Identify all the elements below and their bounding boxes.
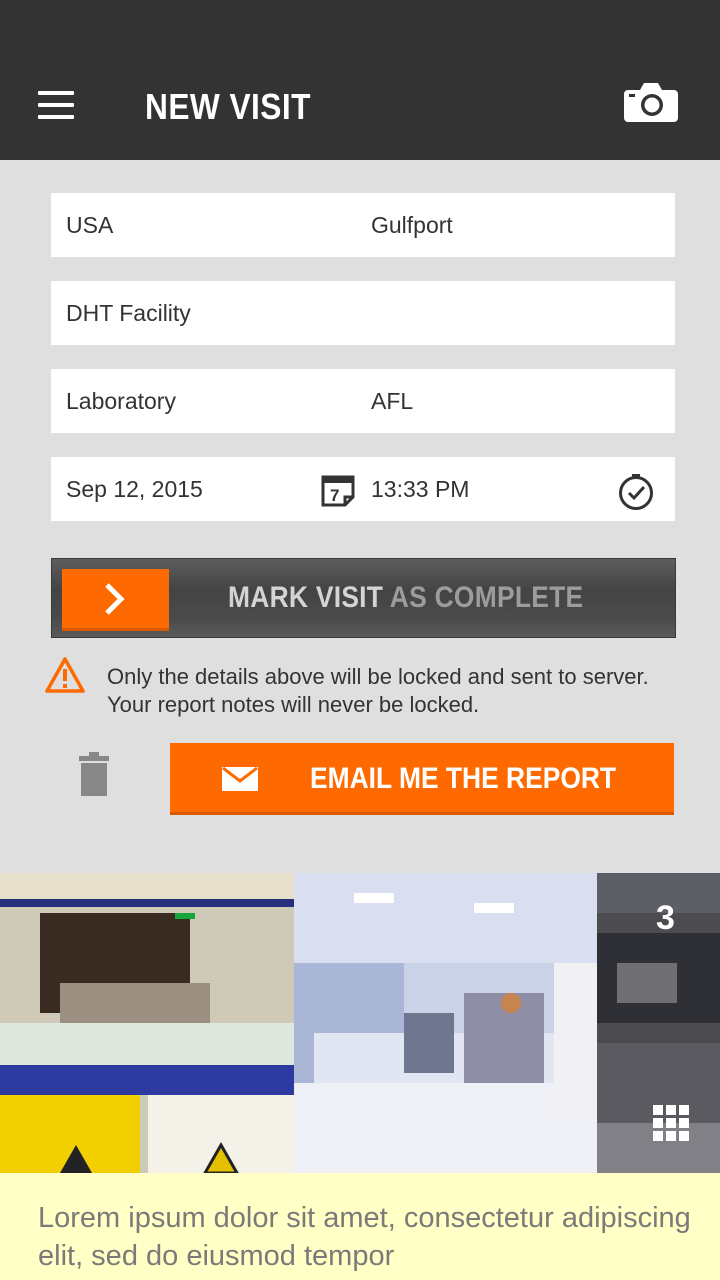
- trash-icon[interactable]: [78, 752, 110, 796]
- email-report-label: EMAIL ME THE REPORT: [310, 762, 617, 795]
- email-report-button[interactable]: EMAIL ME THE REPORT: [170, 743, 674, 815]
- page-title: NEW VISIT: [145, 86, 311, 127]
- city-value[interactable]: Gulfport: [371, 212, 453, 239]
- calendar-icon[interactable]: 7: [321, 473, 355, 507]
- facility-value[interactable]: DHT Facility: [66, 300, 191, 327]
- camera-icon[interactable]: [624, 82, 678, 122]
- country-value[interactable]: USA: [66, 212, 113, 239]
- mark-complete-label: MARK VISIT AS COMPLETE: [228, 581, 584, 614]
- photo-thumbnail[interactable]: [294, 873, 597, 1173]
- site-field[interactable]: Laboratory AFL: [51, 369, 675, 433]
- app-bar: NEW VISIT: [0, 0, 720, 160]
- grid-icon[interactable]: [653, 1105, 689, 1141]
- calendar-day: 7: [330, 486, 339, 505]
- area-value[interactable]: Laboratory: [66, 388, 176, 415]
- facility-field[interactable]: DHT Facility: [51, 281, 675, 345]
- warning-icon: [45, 657, 85, 693]
- date-value[interactable]: Sep 12, 2015: [66, 476, 203, 503]
- chevron-right-icon: [105, 583, 125, 615]
- photo-gallery[interactable]: [0, 873, 720, 1173]
- time-value[interactable]: 13:33 PM: [371, 476, 469, 503]
- photo-count-badge: 3: [656, 899, 675, 937]
- envelope-icon: [222, 767, 258, 791]
- clock-icon[interactable]: [617, 473, 655, 511]
- photo-thumbnail[interactable]: [0, 873, 294, 1173]
- location-field[interactable]: USA Gulfport: [51, 193, 675, 257]
- datetime-field[interactable]: Sep 12, 2015 7 13:33 PM: [51, 457, 675, 521]
- code-value[interactable]: AFL: [371, 388, 413, 415]
- report-notes[interactable]: Lorem ipsum dolor sit amet, consectetur …: [0, 1173, 720, 1280]
- lock-warning-text: Only the details above will be locked an…: [107, 664, 649, 717]
- menu-icon[interactable]: [38, 91, 74, 119]
- report-notes-text[interactable]: Lorem ipsum dolor sit amet, consectetur …: [38, 1199, 698, 1275]
- slider-handle[interactable]: [62, 569, 169, 631]
- mark-complete-slider[interactable]: MARK VISIT AS COMPLETE: [51, 558, 676, 638]
